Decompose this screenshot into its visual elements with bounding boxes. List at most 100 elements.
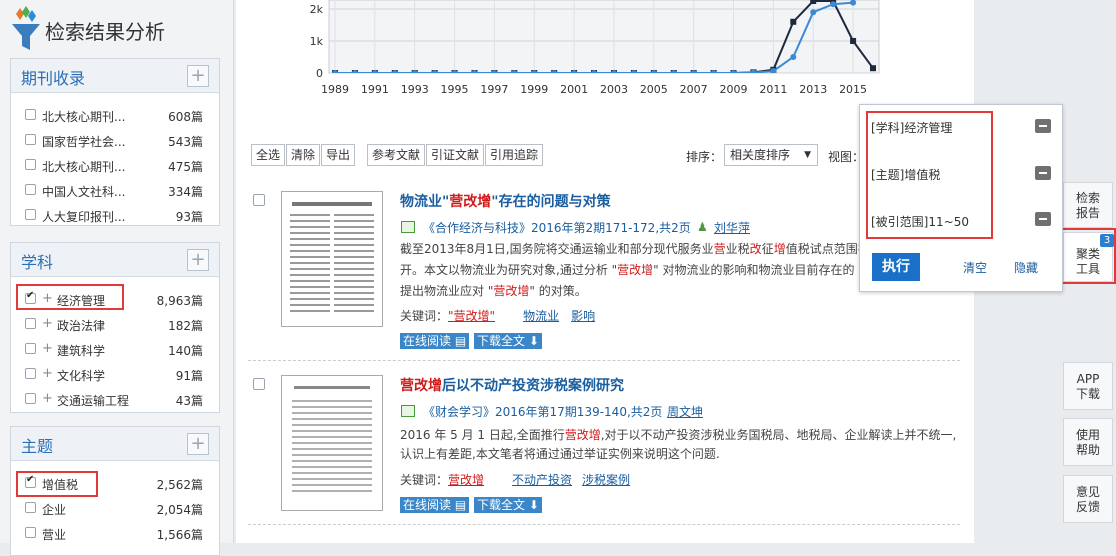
series-point: [630, 70, 637, 73]
x-tick-label: 1993: [401, 83, 429, 96]
series-point: [511, 70, 518, 73]
item-count: 608篇: [168, 110, 203, 124]
citation-tracking-button[interactable]: 引用追踪: [485, 144, 544, 166]
keyword-link[interactable]: 涉税案例: [582, 473, 630, 487]
select-all-button[interactable]: 全选: [251, 144, 286, 166]
references-button[interactable]: 参考文献: [367, 144, 426, 166]
abstract-text: " 的对策。: [529, 284, 587, 298]
checkbox[interactable]: [25, 134, 36, 145]
checkbox[interactable]: [25, 527, 36, 538]
checkbox[interactable]: [25, 393, 36, 404]
checkbox[interactable]: [25, 184, 36, 195]
result-source[interactable]: 《合作经济与科技》2016年第2期171-172,共2页: [423, 219, 691, 236]
x-tick-label: 2007: [680, 83, 708, 96]
download-button[interactable]: 下载全文 ⬇: [474, 333, 542, 349]
keyword-link[interactable]: 营改增: [448, 473, 484, 487]
result-title[interactable]: 营改增后以不动产投资涉税案例研究: [400, 375, 624, 395]
checkbox[interactable]: [25, 318, 36, 329]
remove-filter-icon[interactable]: [1035, 119, 1051, 133]
checkbox[interactable]: [25, 343, 36, 354]
checkbox[interactable]: [25, 502, 36, 513]
series-point: [411, 70, 418, 73]
paper-thumbnail[interactable]: [281, 375, 383, 511]
keyword-link[interactable]: 影响: [571, 309, 595, 323]
checkbox[interactable]: [25, 159, 36, 170]
read-online-button[interactable]: 在线阅读 ▤: [400, 497, 470, 513]
list-item[interactable]: 北大核心期刊... 608篇: [11, 104, 219, 126]
thumbnail-image: [292, 386, 372, 492]
result-checkbox[interactable]: [253, 378, 265, 390]
abstract-text: 征: [761, 242, 774, 256]
journal-icon: [401, 221, 415, 233]
series-point: [810, 9, 817, 16]
expand-plus-icon[interactable]: +: [187, 65, 209, 87]
list-item[interactable]: + 政治法律 182篇: [11, 313, 219, 335]
export-button[interactable]: 导出: [321, 144, 356, 166]
item-count: 1,566篇: [156, 528, 203, 542]
checkbox[interactable]: [25, 209, 36, 220]
keywords-label: 关键词：: [400, 309, 449, 323]
citations-button[interactable]: 引证文献: [426, 144, 485, 166]
sort-select[interactable]: 相关度排序 ▼: [724, 144, 818, 166]
x-tick-label: 1989: [321, 83, 349, 96]
list-item[interactable]: + 交通运输工程 43篇: [11, 388, 219, 410]
keywords-label: 关键词：: [400, 473, 449, 487]
list-item[interactable]: 营业 1,566篇: [11, 522, 219, 544]
series-point: [750, 69, 757, 73]
series-point: [730, 70, 737, 73]
feedback-button[interactable]: 意见 反馈: [1063, 475, 1113, 523]
remove-filter-icon[interactable]: [1035, 166, 1051, 180]
result-author[interactable]: 刘华萍: [714, 219, 750, 236]
left-sidebar: 检索结果分析 期刊收录 + 北大核心期刊... 608篇 国家哲学社会... 543…: [0, 0, 234, 556]
item-label: 中国人文社科...: [42, 185, 126, 199]
clear-button[interactable]: 清除: [286, 144, 321, 166]
x-tick-label: 2011: [759, 83, 787, 96]
download-button[interactable]: 下载全文 ⬇: [474, 497, 542, 513]
series-point: [690, 70, 697, 73]
series-point: [351, 70, 358, 73]
panel-journal-inclusion: 期刊收录 + 北大核心期刊... 608篇 国家哲学社会... 543篇 北大核心期…: [10, 58, 220, 226]
chevron-down-icon: ▼: [804, 150, 811, 160]
list-item[interactable]: 北大核心期刊... 475篇: [11, 154, 219, 176]
list-item[interactable]: 国家哲学社会... 543篇: [11, 129, 219, 151]
app-download-button[interactable]: APP 下载: [1063, 362, 1113, 410]
keyword-link[interactable]: 不动产投资: [512, 473, 572, 487]
result-abstract-line: 2016 年 5 月 1 日起,全面推行营改增,对于以不动产投资涉税业务国税局、…: [400, 426, 960, 445]
expand-plus-icon[interactable]: +: [42, 316, 53, 331]
result-abstract-line: 提出物流业应对 "营改增" 的对策。: [400, 282, 587, 301]
list-item[interactable]: + 文化科学 91篇: [11, 363, 219, 385]
paper-thumbnail[interactable]: [281, 191, 383, 327]
result-title[interactable]: 物流业"营改增"存在的问题与对策: [400, 191, 611, 211]
result-source[interactable]: 《财会学习》2016年第17期139-140,共2页: [423, 403, 662, 420]
remove-filter-icon[interactable]: [1035, 212, 1051, 226]
highlight-box: [16, 471, 98, 497]
list-item[interactable]: + 建筑科学 140篇: [11, 338, 219, 360]
clear-link[interactable]: 清空: [963, 259, 987, 276]
panel-header: 期刊收录 +: [11, 59, 219, 93]
keyword-link[interactable]: "营改增": [448, 309, 495, 323]
result-author[interactable]: 周文坤: [667, 403, 703, 420]
read-online-button[interactable]: 在线阅读 ▤: [400, 333, 470, 349]
expand-plus-icon[interactable]: +: [187, 433, 209, 455]
series-point: [830, 1, 837, 8]
button-label: 下载全文: [477, 498, 526, 512]
list-item[interactable]: 人大复印报刊... 93篇: [11, 204, 219, 226]
expand-plus-icon[interactable]: +: [42, 341, 53, 356]
checkbox[interactable]: [25, 368, 36, 379]
search-report-button[interactable]: 检索 报告: [1063, 182, 1113, 228]
expand-plus-icon[interactable]: +: [187, 249, 209, 271]
hide-link[interactable]: 隐藏: [1014, 259, 1038, 276]
keyword-link[interactable]: 物流业: [523, 309, 559, 323]
checkbox[interactable]: [25, 109, 36, 120]
expand-plus-icon[interactable]: +: [42, 366, 53, 381]
list-item[interactable]: 企业 2,054篇: [11, 497, 219, 519]
expand-plus-icon[interactable]: +: [42, 391, 53, 406]
highlight-box: [866, 111, 993, 239]
execute-button[interactable]: 执行: [872, 253, 920, 281]
help-button[interactable]: 使用 帮助: [1063, 418, 1113, 466]
list-item[interactable]: 中国人文社科... 334篇: [11, 179, 219, 201]
series-point: [790, 54, 797, 60]
series-point: [710, 70, 717, 73]
y-tick-label: 2k: [310, 3, 324, 16]
result-checkbox[interactable]: [253, 194, 265, 206]
